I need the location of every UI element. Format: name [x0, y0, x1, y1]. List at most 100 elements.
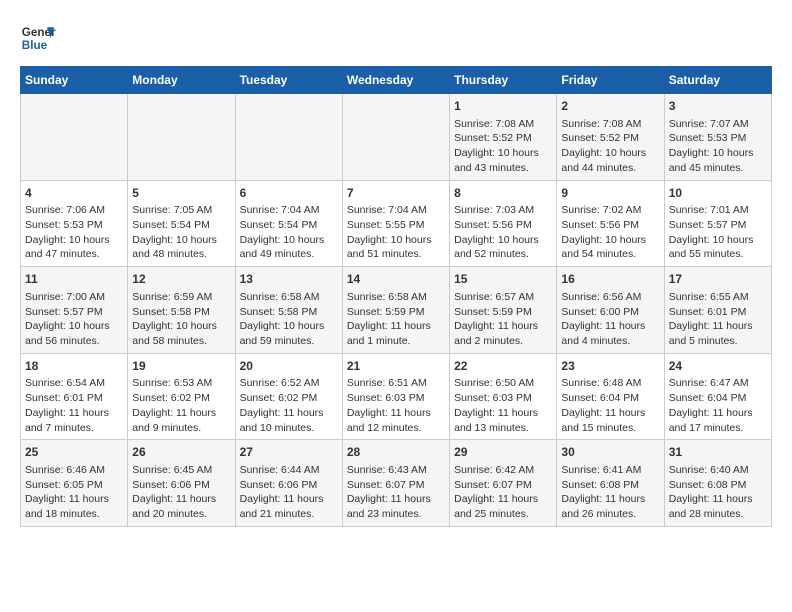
day-info: Sunrise: 6:57 AM	[454, 290, 552, 305]
calendar-cell: 26Sunrise: 6:45 AMSunset: 6:06 PMDayligh…	[128, 440, 235, 527]
day-info: Daylight: 10 hours	[561, 146, 659, 161]
calendar-cell: 22Sunrise: 6:50 AMSunset: 6:03 PMDayligh…	[450, 353, 557, 440]
day-info: Daylight: 11 hours	[454, 406, 552, 421]
day-number: 19	[132, 358, 230, 375]
calendar-cell: 29Sunrise: 6:42 AMSunset: 6:07 PMDayligh…	[450, 440, 557, 527]
day-number: 4	[25, 185, 123, 202]
header-day-tuesday: Tuesday	[235, 67, 342, 94]
day-info: Sunrise: 6:41 AM	[561, 463, 659, 478]
day-number: 26	[132, 444, 230, 461]
calendar-cell: 4Sunrise: 7:06 AMSunset: 5:53 PMDaylight…	[21, 180, 128, 267]
day-info: Sunset: 6:07 PM	[347, 478, 445, 493]
day-info: Daylight: 11 hours	[132, 492, 230, 507]
day-info: Daylight: 10 hours	[561, 233, 659, 248]
day-info: Daylight: 11 hours	[669, 406, 767, 421]
day-info: Sunrise: 6:51 AM	[347, 376, 445, 391]
day-info: Sunset: 5:56 PM	[561, 218, 659, 233]
calendar-week-4: 18Sunrise: 6:54 AMSunset: 6:01 PMDayligh…	[21, 353, 772, 440]
calendar-cell: 24Sunrise: 6:47 AMSunset: 6:04 PMDayligh…	[664, 353, 771, 440]
day-number: 27	[240, 444, 338, 461]
day-info: Sunrise: 6:40 AM	[669, 463, 767, 478]
day-info: Sunset: 6:02 PM	[240, 391, 338, 406]
day-info: Sunset: 5:58 PM	[240, 305, 338, 320]
calendar-cell: 16Sunrise: 6:56 AMSunset: 6:00 PMDayligh…	[557, 267, 664, 354]
day-info: and 21 minutes.	[240, 507, 338, 522]
calendar-cell: 6Sunrise: 7:04 AMSunset: 5:54 PMDaylight…	[235, 180, 342, 267]
day-info: Sunset: 6:03 PM	[454, 391, 552, 406]
day-number: 18	[25, 358, 123, 375]
day-info: and 25 minutes.	[454, 507, 552, 522]
day-number: 5	[132, 185, 230, 202]
day-info: and 56 minutes.	[25, 334, 123, 349]
day-number: 17	[669, 271, 767, 288]
calendar-cell: 13Sunrise: 6:58 AMSunset: 5:58 PMDayligh…	[235, 267, 342, 354]
calendar-cell: 19Sunrise: 6:53 AMSunset: 6:02 PMDayligh…	[128, 353, 235, 440]
day-number: 13	[240, 271, 338, 288]
day-info: Sunset: 6:00 PM	[561, 305, 659, 320]
day-info: Sunrise: 6:53 AM	[132, 376, 230, 391]
logo-icon: General Blue	[20, 20, 56, 56]
day-number: 30	[561, 444, 659, 461]
day-number: 15	[454, 271, 552, 288]
day-info: Daylight: 10 hours	[132, 233, 230, 248]
day-info: and 59 minutes.	[240, 334, 338, 349]
day-info: Daylight: 10 hours	[669, 233, 767, 248]
day-info: and 4 minutes.	[561, 334, 659, 349]
day-info: Sunset: 5:53 PM	[25, 218, 123, 233]
day-info: Sunset: 5:52 PM	[561, 131, 659, 146]
day-number: 8	[454, 185, 552, 202]
day-info: Daylight: 10 hours	[669, 146, 767, 161]
calendar-week-3: 11Sunrise: 7:00 AMSunset: 5:57 PMDayligh…	[21, 267, 772, 354]
day-info: Daylight: 10 hours	[454, 146, 552, 161]
day-info: Sunrise: 7:01 AM	[669, 203, 767, 218]
day-number: 24	[669, 358, 767, 375]
day-info: Daylight: 11 hours	[347, 319, 445, 334]
day-info: Sunrise: 6:43 AM	[347, 463, 445, 478]
day-info: Daylight: 11 hours	[240, 492, 338, 507]
day-info: Sunrise: 7:00 AM	[25, 290, 123, 305]
day-info: Sunset: 6:06 PM	[132, 478, 230, 493]
day-info: Sunset: 5:59 PM	[347, 305, 445, 320]
calendar-cell: 14Sunrise: 6:58 AMSunset: 5:59 PMDayligh…	[342, 267, 449, 354]
calendar-cell: 8Sunrise: 7:03 AMSunset: 5:56 PMDaylight…	[450, 180, 557, 267]
day-info: Daylight: 11 hours	[454, 492, 552, 507]
day-info: and 20 minutes.	[132, 507, 230, 522]
day-number: 20	[240, 358, 338, 375]
calendar-cell: 2Sunrise: 7:08 AMSunset: 5:52 PMDaylight…	[557, 94, 664, 181]
day-info: and 26 minutes.	[561, 507, 659, 522]
day-info: Sunset: 5:52 PM	[454, 131, 552, 146]
day-info: Sunset: 6:04 PM	[561, 391, 659, 406]
day-info: Sunset: 6:01 PM	[669, 305, 767, 320]
day-info: and 52 minutes.	[454, 247, 552, 262]
day-info: Sunrise: 7:04 AM	[347, 203, 445, 218]
day-info: Daylight: 11 hours	[347, 406, 445, 421]
day-info: and 15 minutes.	[561, 421, 659, 436]
calendar-cell: 21Sunrise: 6:51 AMSunset: 6:03 PMDayligh…	[342, 353, 449, 440]
day-info: Sunrise: 6:42 AM	[454, 463, 552, 478]
day-info: and 54 minutes.	[561, 247, 659, 262]
day-info: Sunset: 5:56 PM	[454, 218, 552, 233]
logo: General Blue	[20, 20, 56, 56]
calendar-cell: 15Sunrise: 6:57 AMSunset: 5:59 PMDayligh…	[450, 267, 557, 354]
calendar-cell: 10Sunrise: 7:01 AMSunset: 5:57 PMDayligh…	[664, 180, 771, 267]
day-number: 23	[561, 358, 659, 375]
day-info: Sunset: 6:07 PM	[454, 478, 552, 493]
day-number: 28	[347, 444, 445, 461]
day-info: Sunrise: 6:44 AM	[240, 463, 338, 478]
day-number: 14	[347, 271, 445, 288]
day-info: and 55 minutes.	[669, 247, 767, 262]
day-info: Daylight: 11 hours	[669, 319, 767, 334]
calendar-cell: 5Sunrise: 7:05 AMSunset: 5:54 PMDaylight…	[128, 180, 235, 267]
day-info: Sunrise: 6:52 AM	[240, 376, 338, 391]
calendar-cell: 25Sunrise: 6:46 AMSunset: 6:05 PMDayligh…	[21, 440, 128, 527]
day-info: and 2 minutes.	[454, 334, 552, 349]
day-info: and 28 minutes.	[669, 507, 767, 522]
day-info: and 58 minutes.	[132, 334, 230, 349]
day-info: and 47 minutes.	[25, 247, 123, 262]
day-info: and 9 minutes.	[132, 421, 230, 436]
day-number: 10	[669, 185, 767, 202]
day-number: 9	[561, 185, 659, 202]
day-info: and 51 minutes.	[347, 247, 445, 262]
day-info: Daylight: 10 hours	[454, 233, 552, 248]
calendar-cell: 12Sunrise: 6:59 AMSunset: 5:58 PMDayligh…	[128, 267, 235, 354]
